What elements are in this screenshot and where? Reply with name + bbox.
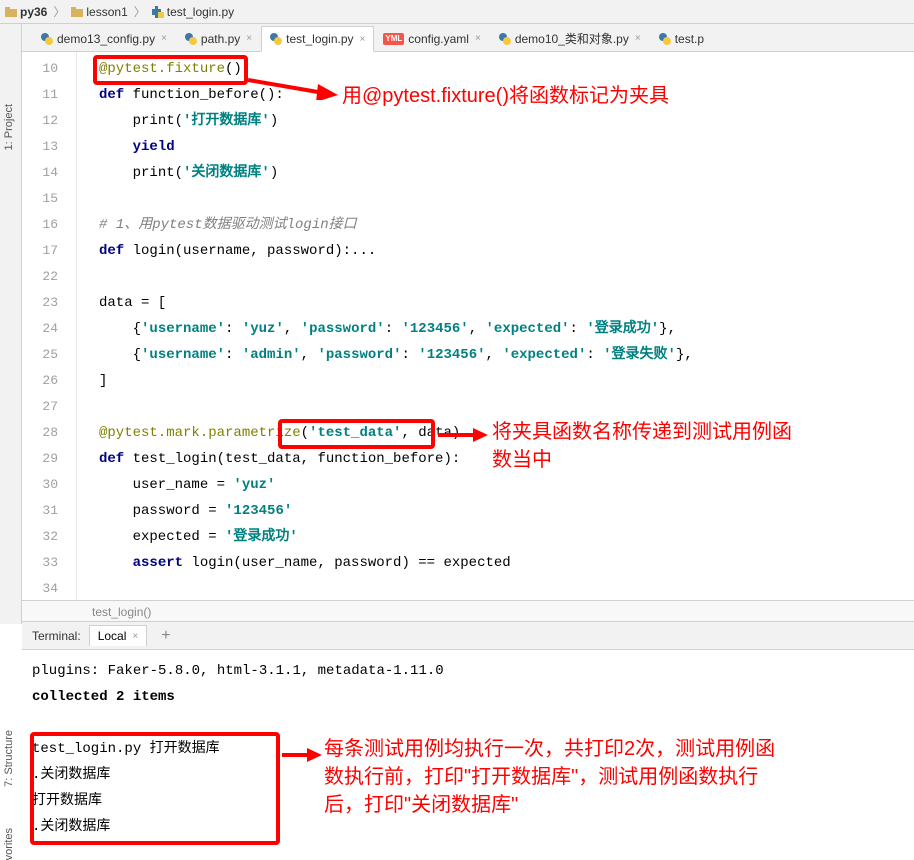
python-icon [152,6,164,18]
annotation-2: 将夹具函数名称传递到测试用例函 数当中 [492,418,792,474]
favorites-tool-tab[interactable]: vorites [3,828,15,860]
code-crumb[interactable]: test_login() [22,600,914,622]
terminal-tabbar: Terminal: Local× + [22,622,914,650]
breadcrumb-folder[interactable]: lesson1 [71,5,127,19]
folder-icon [71,7,83,17]
add-terminal-button[interactable]: + [155,627,176,645]
python-icon [659,33,671,45]
terminal-tab-local[interactable]: Local× [89,625,148,646]
annotation-3: 每条测试用例均执行一次，共打印2次，测试用例函 数执行前，打印"打开数据库"，测… [324,735,775,819]
editor-tabbar: demo13_config.py× path.py× test_login.py… [0,24,914,52]
python-icon [185,33,197,45]
structure-tool-tab[interactable]: 7: Structure [3,730,15,787]
tool-sidebar: 1: Project [0,24,22,624]
breadcrumb-root[interactable]: py36 [5,5,47,19]
code-editor[interactable]: 10 11 12 13 14 15 16 17 22 23 24 25 26 2… [22,52,914,600]
tab-path[interactable]: path.py× [176,25,261,51]
tab-test-login[interactable]: test_login.py× [261,26,374,52]
gutter: 10 11 12 13 14 15 16 17 22 23 24 25 26 2… [22,52,77,600]
close-icon[interactable]: × [635,33,641,44]
terminal-line: collected 2 items [32,684,904,710]
yaml-icon: YML [383,33,404,45]
tab-test-cut[interactable]: test.p [650,25,713,51]
annotation-1: 用@pytest.fixture()将函数标记为夹具 [342,82,669,110]
project-tool-tab[interactable]: 1: Project [3,104,15,150]
python-icon [41,33,53,45]
terminal-label: Terminal: [32,629,81,643]
close-icon[interactable]: × [132,631,138,642]
close-icon[interactable]: × [246,33,252,44]
python-icon [270,33,282,45]
breadcrumb-file[interactable]: test_login.py [152,5,234,19]
python-icon [499,33,511,45]
code-body[interactable]: @pytest.fixture() def function_before():… [77,52,914,600]
tab-config-yaml[interactable]: YML config.yaml× [374,25,489,51]
chevron-right-icon: 〉 [134,3,146,20]
close-icon[interactable]: × [475,33,481,44]
terminal-line: plugins: Faker-5.8.0, html-3.1.1, metada… [32,658,904,684]
tab-demo10[interactable]: demo10_类和对象.py× [490,25,650,51]
folder-icon [5,7,17,17]
close-icon[interactable]: × [360,34,366,45]
chevron-right-icon: 〉 [53,3,65,20]
breadcrumb: py36 〉 lesson1 〉 test_login.py [0,0,914,24]
tab-demo13[interactable]: demo13_config.py× [32,25,176,51]
close-icon[interactable]: × [161,33,167,44]
